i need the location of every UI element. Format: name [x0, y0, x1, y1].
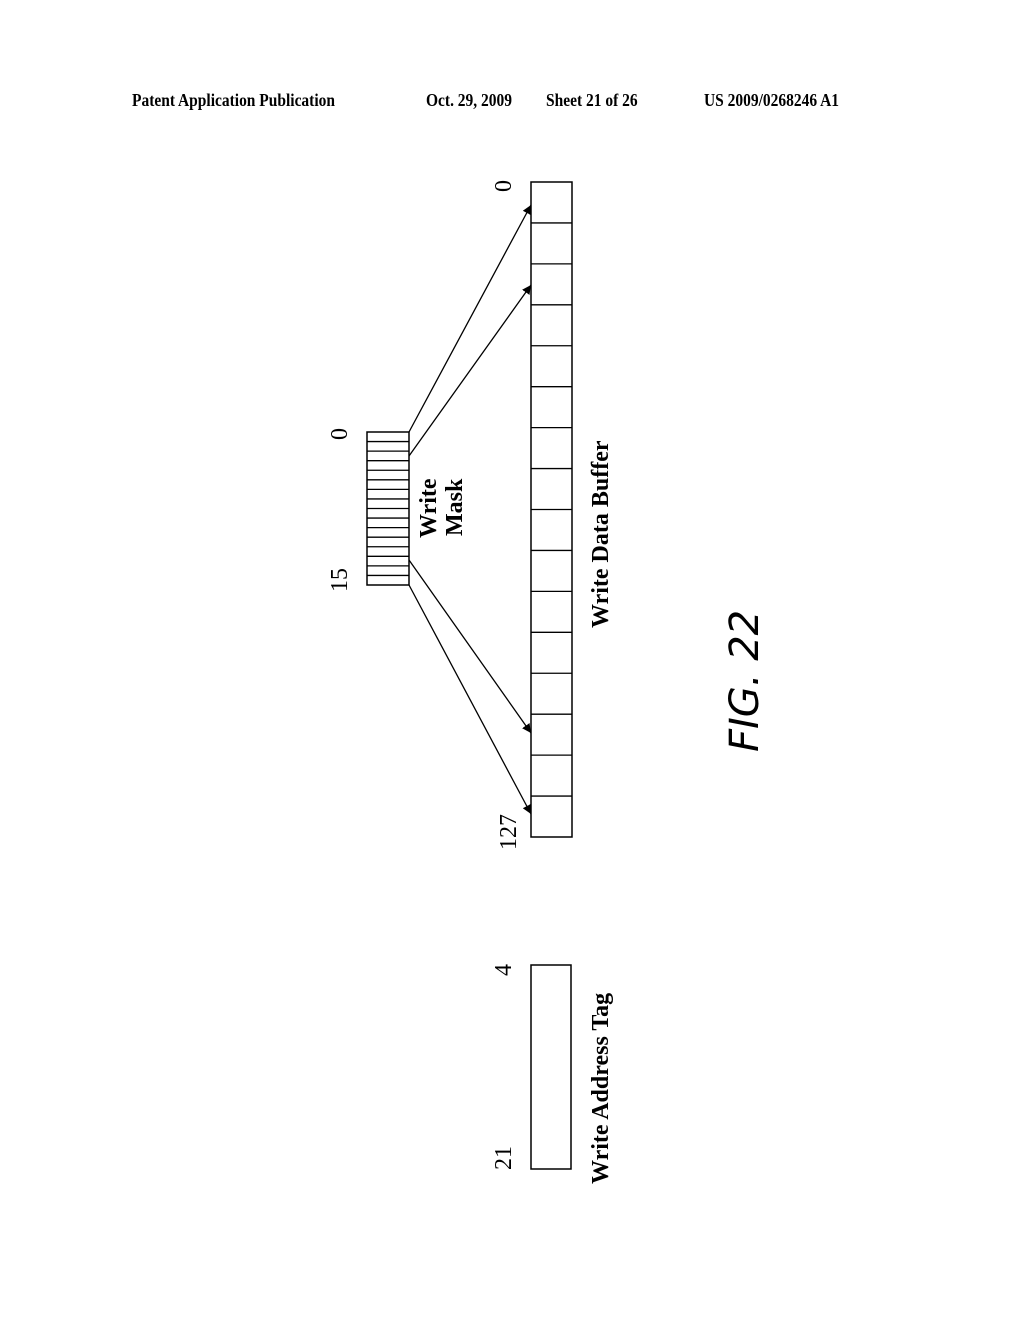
write-mask-index-low: 0 — [327, 428, 353, 440]
figure-label: FIG. 22 — [722, 610, 768, 752]
write-address-tag-index-low: 4 — [491, 964, 517, 976]
arrow-mask-to-buffer-1 — [408, 204, 532, 433]
write-data-buffer-index-low: 0 — [491, 180, 517, 192]
write-address-tag-title: Write Address Tag — [588, 993, 614, 1184]
arrow-mask-to-buffer-3 — [408, 559, 532, 734]
write-address-tag-box — [530, 964, 572, 1170]
arrow-mask-to-buffer-2 — [408, 284, 532, 457]
write-data-buffer — [530, 181, 573, 838]
diagram-canvas: 0 15 Write Mask 0 127 Write Data Buffer … — [327, 180, 768, 1184]
write-mask-index-high: 15 — [327, 568, 353, 592]
write-mask — [366, 431, 410, 586]
write-mask-title-line2: Mask — [442, 478, 468, 536]
arrow-mask-to-buffer-4 — [408, 584, 532, 815]
write-data-buffer-title: Write Data Buffer — [588, 440, 614, 628]
write-mask-title-line1: Write — [416, 478, 442, 538]
write-address-tag-index-high: 21 — [491, 1146, 517, 1170]
write-data-buffer-index-high: 127 — [496, 814, 522, 850]
